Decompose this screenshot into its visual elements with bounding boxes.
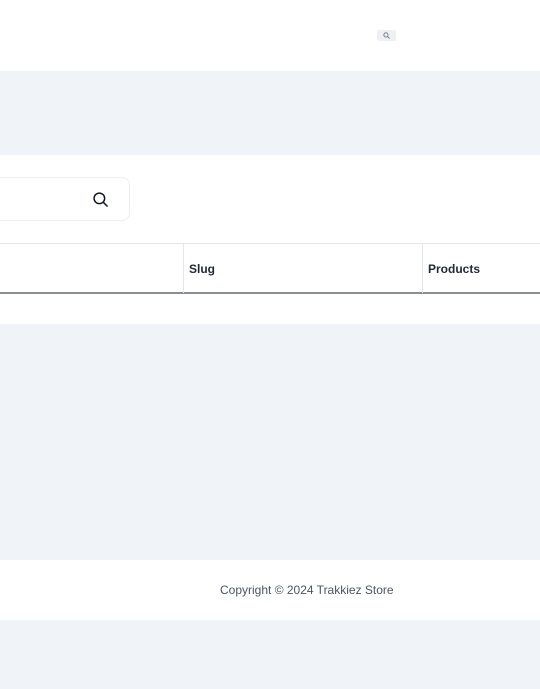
page: Slug Products Copyright © 2024 Trakkiez … (0, 0, 540, 689)
column-header-products[interactable]: Products (428, 244, 480, 293)
footer: Copyright © 2024 Trakkiez Store (0, 560, 540, 620)
column-header-slug[interactable]: Slug (189, 244, 215, 293)
search-shortcut-button[interactable] (377, 30, 396, 41)
column-header-name[interactable] (0, 244, 4, 293)
categories-card: Slug Products (0, 155, 540, 325)
search-input[interactable] (0, 177, 130, 221)
column-divider (183, 244, 184, 293)
top-header (0, 0, 540, 71)
table-body (0, 294, 540, 325)
table-header: Slug Products (0, 243, 540, 294)
column-divider (422, 244, 423, 293)
search-icon (383, 32, 390, 39)
page-title-band (0, 71, 540, 155)
copyright-text: Copyright © 2024 Trakkiez Store (220, 583, 394, 597)
search-button[interactable] (91, 190, 109, 208)
search-icon (92, 191, 108, 207)
